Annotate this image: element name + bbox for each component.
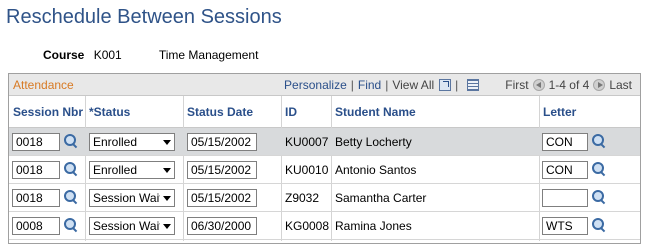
grid-title: Attendance xyxy=(13,78,74,92)
letter-lookup-icon[interactable] xyxy=(591,133,607,149)
student-id: KG0008 xyxy=(285,219,330,233)
student-name: Betty Locherty xyxy=(335,135,412,149)
course-name: Time Management xyxy=(158,48,259,62)
course-info: Course K001 Time Management xyxy=(43,48,258,62)
find-link[interactable]: Find xyxy=(358,78,381,92)
course-code: K001 xyxy=(93,48,122,62)
status-date-input[interactable]: 05/15/2002 xyxy=(187,189,257,207)
table-row: 0018 Enrolled 05/15/2002 KU0007 Betty Lo… xyxy=(9,128,640,156)
last-link[interactable]: Last xyxy=(609,78,632,92)
letter-lookup-icon[interactable] xyxy=(591,189,607,205)
session-nbr-input[interactable]: 0008 xyxy=(12,217,60,235)
table-row: 0018 Session Wait 05/15/2002 Z9032 Saman… xyxy=(9,184,640,212)
letter-lookup-icon[interactable] xyxy=(591,217,607,233)
download-spreadsheet-icon[interactable] xyxy=(467,79,480,91)
view-all-link[interactable]: View All xyxy=(392,78,434,92)
page-title: Reschedule Between Sessions xyxy=(6,6,282,28)
session-nbr-input[interactable]: 0018 xyxy=(12,133,60,151)
col-id[interactable]: ID xyxy=(285,105,297,119)
status-date-input[interactable]: 05/15/2002 xyxy=(187,161,257,179)
course-label: Course xyxy=(43,48,85,62)
student-name: Samantha Carter xyxy=(335,191,427,205)
student-id: KU0007 xyxy=(285,135,329,149)
chevron-down-icon xyxy=(160,218,174,234)
student-name: Ramina Jones xyxy=(335,219,412,233)
student-id: KU0010 xyxy=(285,163,329,177)
status-select[interactable]: Enrolled xyxy=(89,161,175,179)
status-select[interactable]: Enrolled xyxy=(89,133,175,151)
attendance-grid: Attendance Personalize | Find | View All… xyxy=(8,73,641,244)
session-lookup-icon[interactable] xyxy=(63,161,79,177)
chevron-down-icon xyxy=(160,190,174,206)
letter-lookup-icon[interactable] xyxy=(591,161,607,177)
letter-input[interactable]: CON xyxy=(542,161,588,179)
student-id: Z9032 xyxy=(285,191,320,205)
session-lookup-icon[interactable] xyxy=(63,189,79,205)
status-select[interactable]: Session Wait xyxy=(89,217,175,235)
status-select[interactable]: Session Wait xyxy=(89,189,175,207)
status-date-input[interactable]: 06/30/2000 xyxy=(187,217,257,235)
col-letter[interactable]: Letter xyxy=(543,105,576,119)
table-row: 0018 Enrolled 05/15/2002 KU0010 Antonio … xyxy=(9,156,640,184)
grid-header: Attendance Personalize | Find | View All… xyxy=(9,74,640,96)
zoom-icon[interactable] xyxy=(439,79,452,91)
status-date-input[interactable]: 05/15/2002 xyxy=(187,133,257,151)
grid-navigation: Personalize | Find | View All | First 1-… xyxy=(284,78,632,92)
session-nbr-input[interactable]: 0018 xyxy=(12,189,60,207)
chevron-down-icon xyxy=(160,162,174,178)
first-link[interactable]: First xyxy=(505,78,528,92)
session-lookup-icon[interactable] xyxy=(63,217,79,233)
letter-input[interactable]: CON xyxy=(542,133,588,151)
previous-icon[interactable] xyxy=(532,79,545,91)
table-row: 0008 Session Wait 06/30/2000 KG0008 Rami… xyxy=(9,212,640,240)
session-lookup-icon[interactable] xyxy=(63,133,79,149)
personalize-link[interactable]: Personalize xyxy=(284,78,347,92)
column-headers: Session Nbr *Status Status Date ID Stude… xyxy=(9,96,640,128)
row-range: 1-4 of 4 xyxy=(548,78,590,92)
col-student-name[interactable]: Student Name xyxy=(335,105,416,119)
col-status[interactable]: *Status xyxy=(89,105,130,119)
chevron-down-icon xyxy=(160,134,174,150)
session-nbr-input[interactable]: 0018 xyxy=(12,161,60,179)
next-icon[interactable] xyxy=(593,79,606,91)
letter-input[interactable] xyxy=(542,189,588,207)
col-session-nbr[interactable]: Session Nbr xyxy=(13,105,83,119)
student-name: Antonio Santos xyxy=(335,163,417,177)
letter-input[interactable]: WTS xyxy=(542,217,588,235)
col-status-date[interactable]: Status Date xyxy=(187,105,253,119)
